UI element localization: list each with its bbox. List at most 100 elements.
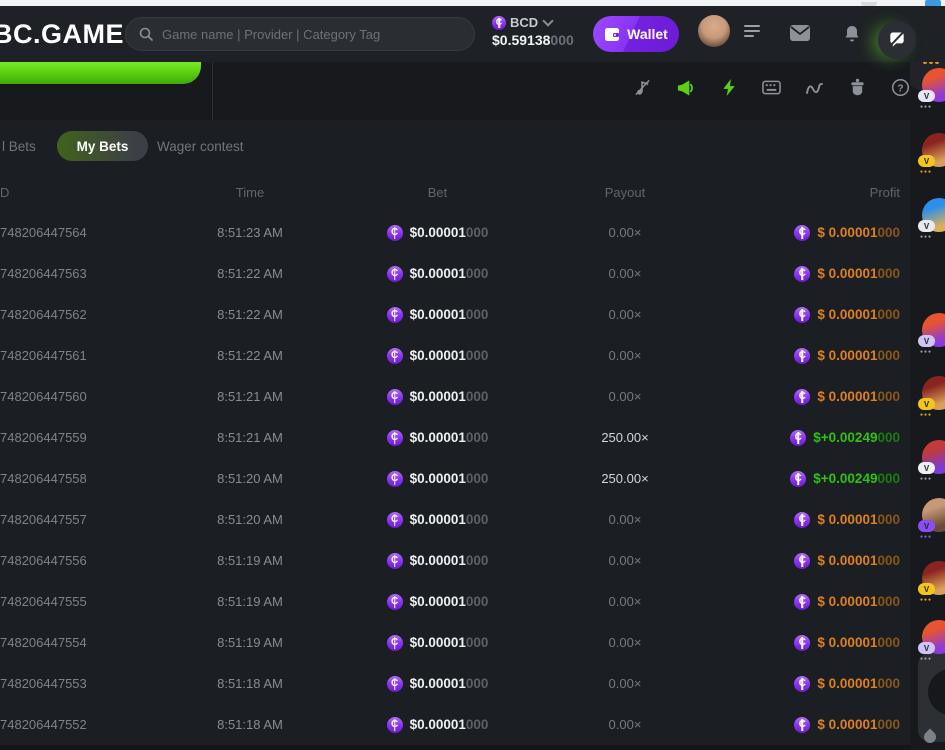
bcd-coin-icon bbox=[492, 16, 506, 30]
col-profit: Profit bbox=[715, 185, 900, 200]
wallet-button[interactable]: Wallet bbox=[593, 16, 679, 52]
bcd-coin-icon bbox=[387, 348, 403, 364]
bet-amount: $0.00001000 bbox=[340, 348, 535, 364]
bet-payout: 0.00× bbox=[535, 717, 715, 732]
inbox-icon[interactable] bbox=[789, 24, 811, 44]
chat-user-avatar[interactable]: V●●● bbox=[922, 561, 945, 607]
col-bet: Bet bbox=[340, 185, 535, 200]
bet-id: 748206447556 bbox=[0, 553, 160, 568]
table-row[interactable]: 748206447553 8:51:18 AM $0.00001000 0.00… bbox=[0, 663, 910, 704]
table-row[interactable]: 748206447562 8:51:22 AM $0.00001000 0.00… bbox=[0, 294, 910, 335]
table-row[interactable]: 748206447560 8:51:21 AM $0.00001000 0.00… bbox=[0, 376, 910, 417]
medal-dots: ●●● bbox=[920, 104, 932, 110]
medal-dots: ●●● bbox=[920, 234, 932, 240]
chat-user-avatar[interactable]: V●●● bbox=[922, 440, 945, 486]
bcd-coin-icon bbox=[387, 307, 403, 323]
bet-profit: $ 0.00001000 bbox=[715, 594, 900, 610]
table-row[interactable]: 748206447552 8:51:18 AM $0.00001000 0.00… bbox=[0, 704, 910, 745]
table-row[interactable]: 748206447558 8:51:20 AM $0.00001000 250.… bbox=[0, 458, 910, 499]
currency-selector[interactable]: BCD $0.59138000 bbox=[492, 15, 584, 48]
tab-wager-contest[interactable]: Wager contest bbox=[157, 139, 244, 154]
music-off-icon[interactable] bbox=[633, 78, 652, 97]
game-search-bar[interactable] bbox=[125, 17, 475, 51]
chat-user-avatar[interactable]: V●●● bbox=[922, 498, 945, 544]
bet-time: 8:51:23 AM bbox=[160, 225, 340, 240]
bet-amount: $0.00001000 bbox=[340, 594, 535, 610]
vip-badge: V bbox=[918, 398, 935, 410]
vip-badge: V bbox=[918, 642, 935, 654]
bet-amount: $0.00001000 bbox=[340, 553, 535, 569]
bet-profit: $+0.00249000 bbox=[715, 430, 900, 446]
bet-profit: $ 0.00001000 bbox=[715, 553, 900, 569]
profile-menu-icon[interactable] bbox=[744, 25, 762, 40]
bcd-coin-icon bbox=[794, 512, 810, 528]
turbo-bolt-icon[interactable] bbox=[719, 78, 738, 97]
bet-profit: $ 0.00001000 bbox=[715, 676, 900, 692]
table-row[interactable]: 748206447561 8:51:22 AM $0.00001000 0.00… bbox=[0, 335, 910, 376]
bcd-coin-icon bbox=[794, 266, 810, 282]
bet-id: 748206447563 bbox=[0, 266, 160, 281]
medal-dots: ●●● bbox=[920, 169, 932, 175]
svg-text:?: ? bbox=[897, 83, 903, 94]
bet-payout: 0.00× bbox=[535, 635, 715, 650]
bc-game-logo[interactable]: BC.GAME bbox=[0, 19, 124, 50]
chat-user-avatar[interactable]: V●●● bbox=[922, 313, 945, 359]
tab-all-bets[interactable]: l Bets bbox=[2, 139, 36, 154]
chat-user-avatar[interactable]: V●●● bbox=[922, 376, 945, 422]
bcd-coin-icon bbox=[387, 594, 403, 610]
bet-time: 8:51:19 AM bbox=[160, 594, 340, 609]
vip-badge: V bbox=[918, 90, 935, 102]
tab-my-bets[interactable]: My Bets bbox=[57, 131, 148, 161]
col-time: Time bbox=[160, 185, 340, 200]
table-row[interactable]: 748206447559 8:51:21 AM $0.00001000 250.… bbox=[0, 417, 910, 458]
bcd-coin-icon bbox=[790, 430, 806, 446]
bet-amount: $0.00001000 bbox=[340, 512, 535, 528]
bet-id: 748206447560 bbox=[0, 389, 160, 404]
bet-id: 748206447553 bbox=[0, 676, 160, 691]
bcd-coin-icon bbox=[794, 717, 810, 733]
bcd-coin-icon bbox=[387, 635, 403, 651]
medal-dots: ●●● bbox=[920, 412, 932, 418]
help-icon[interactable]: ? bbox=[891, 78, 910, 97]
bet-amount: $0.00001000 bbox=[340, 307, 535, 323]
bet-amount: $0.00001000 bbox=[340, 266, 535, 282]
bet-profit: $ 0.00001000 bbox=[715, 348, 900, 364]
bet-time: 8:51:20 AM bbox=[160, 471, 340, 486]
seed-icon[interactable] bbox=[848, 78, 867, 97]
table-row[interactable]: 748206447556 8:51:19 AM $0.00001000 0.00… bbox=[0, 540, 910, 581]
bets-table-header: D Time Bet Payout Profit bbox=[0, 185, 910, 200]
hotkeys-keyboard-icon[interactable] bbox=[762, 78, 781, 97]
chat-off-icon bbox=[887, 30, 907, 50]
table-row[interactable]: 748206447563 8:51:22 AM $0.00001000 0.00… bbox=[0, 253, 910, 294]
site-header: BC.GAME BCD $0.59138000 Wallet bbox=[0, 6, 945, 62]
chat-scroll-button[interactable] bbox=[928, 669, 945, 715]
bcd-coin-icon bbox=[387, 225, 403, 241]
chat-toggle-button[interactable] bbox=[878, 21, 916, 59]
chat-user-avatar[interactable]: V●●● bbox=[922, 198, 945, 244]
bet-id: 748206447564 bbox=[0, 225, 160, 240]
table-row[interactable]: 748206447564 8:51:23 AM $0.00001000 0.00… bbox=[0, 212, 910, 253]
currency-code: BCD bbox=[510, 15, 538, 30]
bet-id: 748206447557 bbox=[0, 512, 160, 527]
vip-badge: V bbox=[918, 220, 935, 232]
table-row[interactable]: 748206447554 8:51:19 AM $0.00001000 0.00… bbox=[0, 622, 910, 663]
chat-user-avatar[interactable]: V●●● bbox=[922, 133, 945, 179]
sound-on-icon[interactable] bbox=[676, 78, 695, 97]
bet-id: 748206447561 bbox=[0, 348, 160, 363]
bet-amount: $0.00001000 bbox=[340, 471, 535, 487]
bet-profit: $ 0.00001000 bbox=[715, 717, 900, 733]
bet-time: 8:51:18 AM bbox=[160, 676, 340, 691]
chat-user-avatar[interactable]: V●●● bbox=[922, 68, 945, 114]
table-row[interactable]: 748206447557 8:51:20 AM $0.00001000 0.00… bbox=[0, 499, 910, 540]
notifications-bell-icon[interactable] bbox=[842, 24, 864, 44]
user-avatar[interactable] bbox=[698, 15, 730, 47]
table-row[interactable]: 748206447555 8:51:19 AM $0.00001000 0.00… bbox=[0, 581, 910, 622]
search-input[interactable] bbox=[162, 27, 462, 42]
bet-amount: $0.00001000 bbox=[340, 389, 535, 405]
bet-amount: $0.00001000 bbox=[340, 430, 535, 446]
bet-id: 748206447555 bbox=[0, 594, 160, 609]
trends-icon[interactable] bbox=[805, 78, 824, 97]
chat-user-avatar[interactable]: V●●● bbox=[922, 620, 945, 666]
bcd-coin-icon bbox=[794, 389, 810, 405]
bet-profit: $ 0.00001000 bbox=[715, 635, 900, 651]
